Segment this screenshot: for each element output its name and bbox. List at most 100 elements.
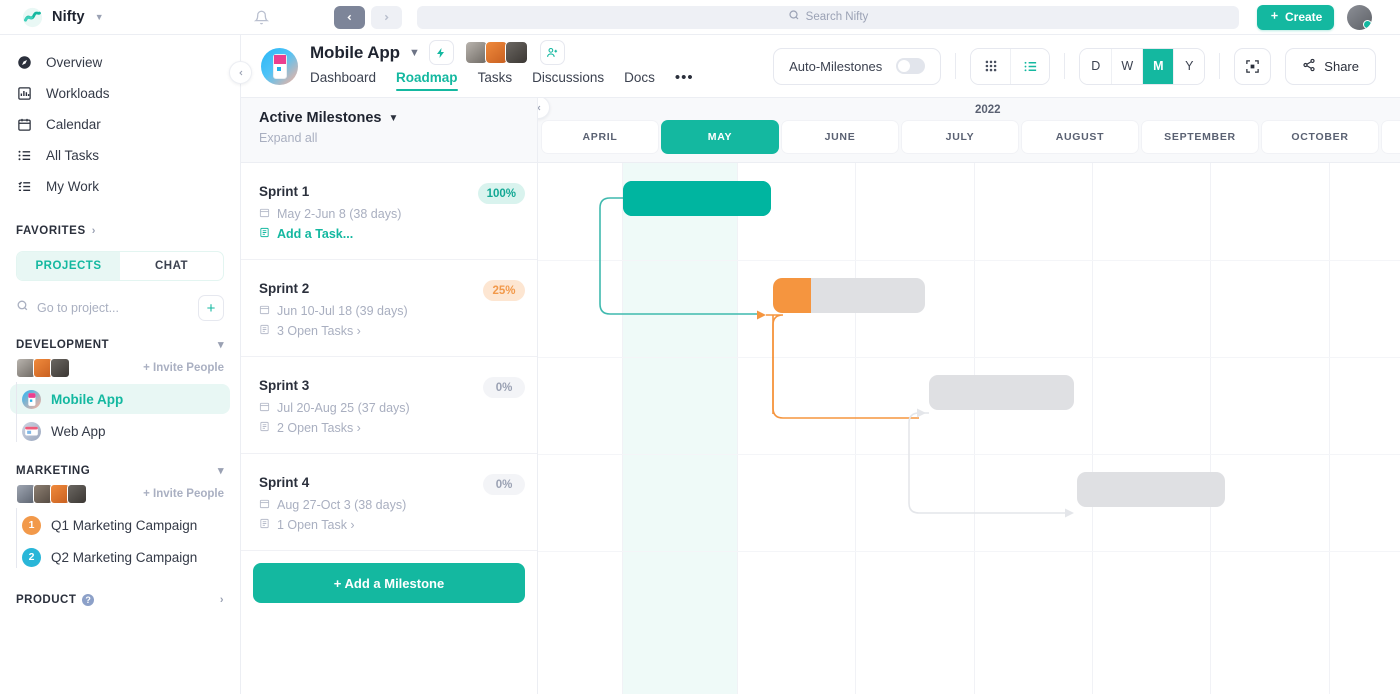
milestone-tasks-row[interactable]: Add a Task... bbox=[259, 227, 537, 241]
zoom-week-button[interactable]: W bbox=[1111, 49, 1142, 84]
view-mode-group bbox=[970, 48, 1050, 85]
sidebar-item-label: My Work bbox=[46, 179, 99, 194]
sidebar-project-q2-marketing-campaign[interactable]: 2 Q2 Marketing Campaign bbox=[10, 542, 230, 572]
sidebar-project-web-app[interactable]: Web App bbox=[10, 416, 230, 446]
month-cell-november[interactable]: NOVEMBER bbox=[1381, 120, 1400, 154]
project-number-badge: 1 bbox=[22, 516, 41, 535]
month-cell-september[interactable]: SEPTEMBER bbox=[1141, 120, 1259, 154]
sidebar-item-workloads[interactable]: Workloads bbox=[0, 78, 240, 109]
milestone-row[interactable]: Sprint 3 Jul 20-Aug 25 (37 days) 2 Open bbox=[241, 357, 537, 454]
milestone-tasks-label: 3 Open Tasks › bbox=[277, 324, 361, 338]
add-project-button[interactable]: + bbox=[198, 295, 224, 321]
group-header-marketing[interactable]: MARKETING ▾ bbox=[0, 448, 240, 477]
invite-people-link[interactable]: + Invite People bbox=[143, 362, 224, 374]
sidebar-project-q1-marketing-campaign[interactable]: 1 Q1 Marketing Campaign bbox=[10, 510, 230, 540]
page-title: Mobile App bbox=[310, 43, 400, 63]
gantt-bar-sprint-1[interactable] bbox=[623, 181, 771, 216]
gantt-grid bbox=[538, 163, 1400, 694]
tab-chat[interactable]: CHAT bbox=[120, 252, 223, 280]
auto-milestones-label: Auto-Milestones bbox=[789, 59, 882, 74]
mobile-app-icon bbox=[22, 390, 41, 409]
tab-dashboard[interactable]: Dashboard bbox=[310, 70, 376, 91]
toggle-switch[interactable] bbox=[896, 58, 925, 74]
brand[interactable]: Nifty ▼ bbox=[0, 7, 241, 28]
month-cell-may[interactable]: MAY bbox=[661, 120, 779, 154]
month-cell-june[interactable]: JUNE bbox=[781, 120, 899, 154]
milestones-header: Active Milestones ▼ Expand all bbox=[241, 98, 537, 163]
milestone-row[interactable]: Sprint 1 May 2-Jun 8 (38 days) Add a Ta bbox=[241, 163, 537, 260]
milestones-panel: Active Milestones ▼ Expand all Sprint 1 … bbox=[241, 98, 538, 694]
notifications-bell-icon[interactable] bbox=[241, 10, 281, 25]
expand-all-link[interactable]: Expand all bbox=[259, 131, 537, 145]
gantt-chart: 2022 APRIL MAY JUNE JULY AUGUST SEPTEMBE… bbox=[538, 98, 1400, 694]
invite-people-link[interactable]: + Invite People bbox=[143, 488, 224, 500]
help-icon[interactable]: ? bbox=[82, 594, 94, 606]
milestone-dates: Jul 20-Aug 25 (37 days) bbox=[277, 401, 410, 415]
milestones-title-row[interactable]: Active Milestones ▼ bbox=[259, 110, 537, 126]
milestone-row[interactable]: Sprint 4 Aug 27-Oct 3 (38 days) 1 Open bbox=[241, 454, 537, 551]
group-name: DEVELOPMENT bbox=[16, 339, 109, 351]
zoom-month-button[interactable]: M bbox=[1142, 49, 1173, 84]
more-tabs-button[interactable]: ••• bbox=[675, 69, 694, 92]
user-avatar[interactable] bbox=[1347, 5, 1372, 30]
month-cell-july[interactable]: JULY bbox=[901, 120, 1019, 154]
tab-docs[interactable]: Docs bbox=[624, 70, 655, 91]
fullscreen-button[interactable] bbox=[1234, 48, 1271, 85]
milestones-title: Active Milestones bbox=[259, 110, 382, 126]
gantt-bar-sprint-3[interactable] bbox=[929, 375, 1074, 410]
avatar-stack[interactable] bbox=[16, 484, 84, 504]
automation-bolt-icon[interactable] bbox=[429, 40, 454, 65]
zoom-year-button[interactable]: Y bbox=[1173, 49, 1204, 84]
share-button[interactable]: Share bbox=[1285, 48, 1376, 85]
chevron-down-icon[interactable]: ▼ bbox=[409, 47, 420, 59]
sidebar-item-my-work[interactable]: My Work bbox=[0, 171, 240, 202]
tab-projects[interactable]: PROJECTS bbox=[17, 252, 120, 280]
roadmap-toolbar: Auto-Milestones bbox=[773, 48, 1400, 85]
status-badge: 0% bbox=[483, 377, 525, 398]
month-cell-october[interactable]: OCTOBER bbox=[1261, 120, 1379, 154]
tab-roadmap[interactable]: Roadmap bbox=[396, 70, 458, 91]
favorites-section[interactable]: FAVORITES › bbox=[0, 208, 240, 245]
list-view-button[interactable] bbox=[1010, 49, 1049, 84]
milestone-tasks-row[interactable]: 2 Open Tasks › bbox=[259, 421, 537, 435]
milestone-row[interactable]: Sprint 2 Jun 10-Jul 18 (39 days) 3 Open bbox=[241, 260, 537, 357]
sidebar-project-mobile-app[interactable]: Mobile App bbox=[10, 384, 230, 414]
milestone-tasks-row[interactable]: 3 Open Tasks › bbox=[259, 324, 537, 338]
create-button[interactable]: Create bbox=[1257, 5, 1334, 30]
timeline-year: 2022 bbox=[975, 104, 1001, 116]
sidebar-item-overview[interactable]: Overview bbox=[0, 47, 240, 78]
main-area: Mobile App ▼ bbox=[241, 35, 1400, 694]
development-projects: Mobile App Web App bbox=[0, 378, 240, 448]
tree-guide-line bbox=[16, 508, 17, 568]
add-milestone-button[interactable]: + Add a Milestone bbox=[253, 563, 525, 603]
grid-view-button[interactable] bbox=[971, 49, 1010, 84]
milestone-dates-row: Jul 20-Aug 25 (37 days) bbox=[259, 401, 537, 415]
collapse-sidebar-button[interactable] bbox=[229, 61, 252, 84]
zoom-day-button[interactable]: D bbox=[1080, 49, 1111, 84]
project-search[interactable]: Go to project... + bbox=[16, 294, 224, 322]
tab-discussions[interactable]: Discussions bbox=[532, 70, 604, 91]
auto-milestones-toggle[interactable]: Auto-Milestones bbox=[773, 48, 941, 85]
status-badge: 25% bbox=[483, 280, 525, 301]
task-icon bbox=[259, 227, 270, 241]
group-header-development[interactable]: DEVELOPMENT ▾ bbox=[0, 322, 240, 351]
avatar-stack[interactable] bbox=[16, 358, 67, 378]
add-member-button[interactable] bbox=[540, 40, 565, 65]
search-icon bbox=[788, 8, 800, 26]
sidebar-item-calendar[interactable]: Calendar bbox=[0, 109, 240, 140]
group-header-product[interactable]: PRODUCT ? › bbox=[0, 574, 240, 606]
month-cell-august[interactable]: AUGUST bbox=[1021, 120, 1139, 154]
sidebar-project-label: Q1 Marketing Campaign bbox=[51, 518, 197, 533]
gantt-bar-sprint-2[interactable] bbox=[773, 278, 925, 313]
sidebar-item-all-tasks[interactable]: All Tasks bbox=[0, 140, 240, 171]
milestone-tasks-row[interactable]: 1 Open Task › bbox=[259, 518, 537, 532]
global-search-input[interactable]: Search Nifty bbox=[417, 6, 1239, 29]
nav-forward-button[interactable] bbox=[371, 6, 402, 29]
favorites-label: FAVORITES bbox=[16, 225, 86, 237]
project-member-avatars[interactable] bbox=[465, 41, 525, 64]
sidebar-item-label: Workloads bbox=[46, 86, 110, 101]
gantt-bar-sprint-4[interactable] bbox=[1077, 472, 1225, 507]
tab-tasks[interactable]: Tasks bbox=[478, 70, 513, 91]
nav-back-button[interactable] bbox=[334, 6, 365, 29]
month-cell-april[interactable]: APRIL bbox=[541, 120, 659, 154]
